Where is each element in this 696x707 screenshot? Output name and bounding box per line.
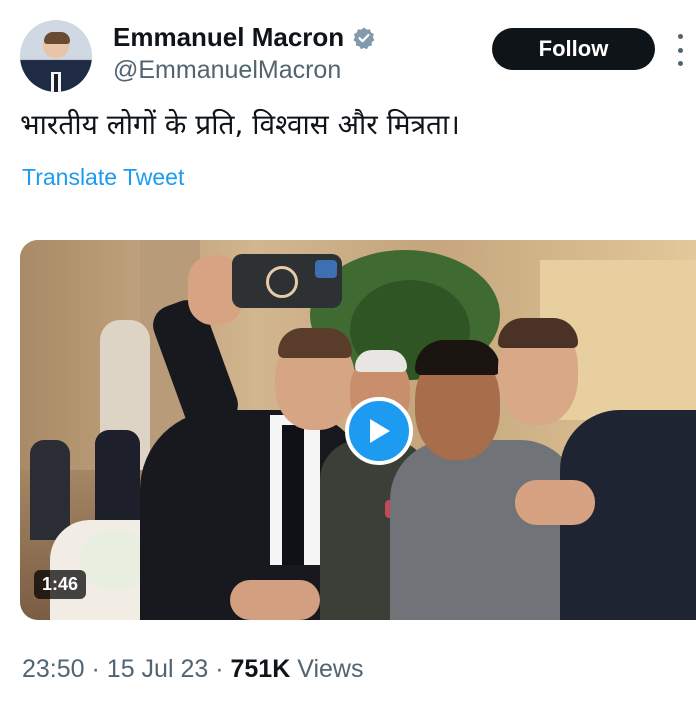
follow-button[interactable]: Follow — [492, 28, 655, 70]
more-vertical-icon[interactable] — [674, 34, 686, 66]
video-duration: 1:46 — [34, 570, 87, 599]
play-icon — [370, 419, 390, 443]
separator: · — [215, 655, 224, 683]
translate-tweet-link[interactable]: Translate Tweet — [22, 164, 184, 191]
avatar[interactable] — [20, 20, 92, 92]
views-count: 751K — [230, 655, 291, 683]
tweet-meta: 23:50 · 15 Jul 23 · 751K Views — [22, 655, 363, 684]
tweet-video[interactable]: 1:46 — [20, 240, 696, 620]
separator: · — [91, 655, 100, 683]
tweet-date[interactable]: 15 Jul 23 — [107, 655, 208, 683]
tweet-text: भारतीय लोगों के प्रति, विश्वास और मित्रत… — [20, 108, 460, 141]
author-handle[interactable]: @EmmanuelMacron — [113, 56, 341, 85]
tweet-time[interactable]: 23:50 — [22, 655, 85, 683]
verified-badge-icon — [353, 27, 375, 49]
views-label: Views — [297, 655, 364, 683]
play-button[interactable] — [345, 397, 413, 465]
author-name-row: Emmanuel Macron — [113, 22, 376, 53]
author-name[interactable]: Emmanuel Macron — [113, 22, 344, 53]
